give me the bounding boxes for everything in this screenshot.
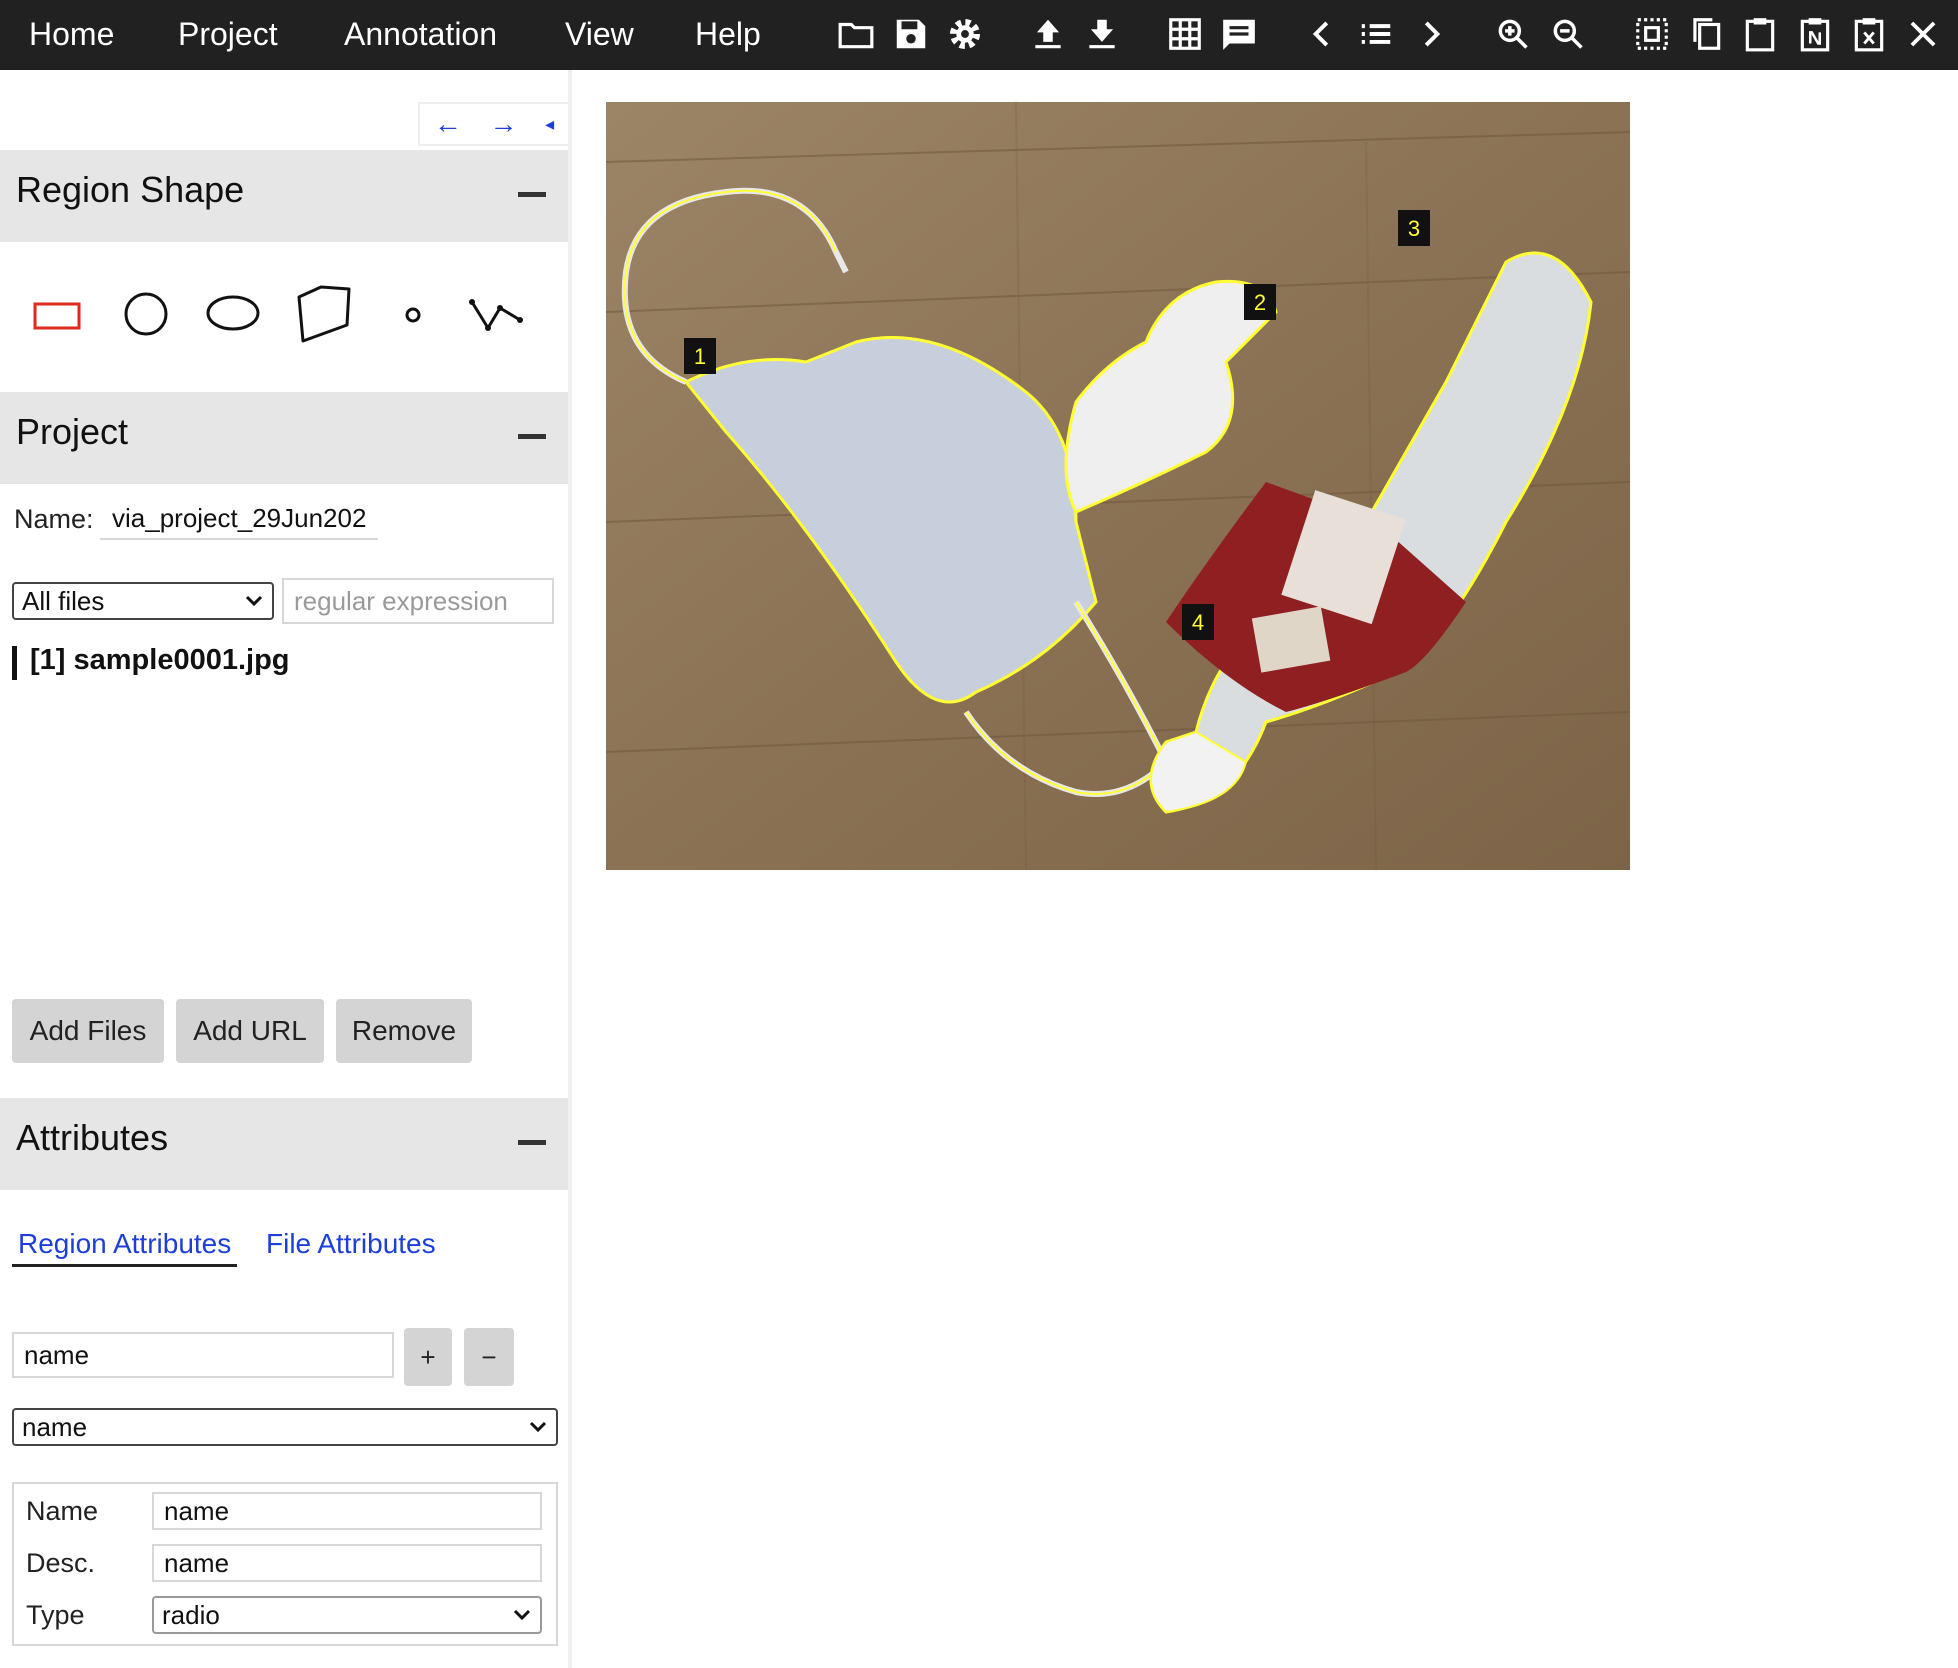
add-attribute-button[interactable]: +: [404, 1328, 452, 1386]
attributes-header[interactable]: Attributes: [0, 1098, 568, 1190]
chevron-down-icon: [529, 1421, 547, 1433]
copy-icon[interactable]: [1682, 10, 1730, 58]
region-label-4[interactable]: 4: [1182, 604, 1214, 640]
svg-text:3: 3: [1408, 216, 1420, 241]
remove-attribute-button[interactable]: −: [464, 1328, 514, 1386]
menu-help[interactable]: Help: [695, 14, 761, 54]
new-attribute-input[interactable]: [12, 1332, 394, 1378]
region-label-2[interactable]: 2: [1244, 284, 1276, 320]
annotation-canvas[interactable]: 1 2 3 4: [606, 102, 1630, 870]
paste-n-icon[interactable]: [1791, 10, 1839, 58]
paste-icon[interactable]: [1736, 10, 1784, 58]
attribute-type-label: Type: [26, 1600, 85, 1630]
left-sidebar: ← → ◂ Region Shape Project Name: All fil…: [0, 70, 572, 1668]
attribute-select-value: name: [22, 1411, 88, 1442]
add-files-button[interactable]: Add Files: [12, 999, 164, 1063]
attribute-desc-field[interactable]: [152, 1544, 542, 1582]
selected-file-marker: [12, 646, 17, 680]
tab-region-attributes[interactable]: Region Attributes: [12, 1228, 238, 1267]
circle-shape-icon[interactable]: [111, 278, 181, 348]
collapse-icon[interactable]: [518, 192, 546, 197]
panel-collapse-button[interactable]: ◂: [545, 109, 554, 139]
panel-expand-right-button[interactable]: →: [489, 109, 517, 139]
chevron-down-icon: [245, 595, 263, 607]
project-header[interactable]: Project: [0, 392, 568, 484]
panel-nav: ← → ◂: [418, 102, 568, 146]
chevron-down-icon: [513, 1609, 531, 1621]
polygon-shape-icon[interactable]: [289, 278, 359, 348]
svg-text:2: 2: [1254, 290, 1266, 315]
panel-shrink-left-button[interactable]: ←: [434, 109, 462, 139]
project-title: Project: [16, 411, 129, 452]
regex-filter-input[interactable]: [282, 578, 554, 624]
attributes-title: Attributes: [16, 1117, 169, 1158]
menu-view[interactable]: View: [565, 14, 634, 54]
tab-file-attributes[interactable]: File Attributes: [266, 1228, 436, 1260]
select-all-icon[interactable]: [1628, 10, 1676, 58]
close-icon[interactable]: [1899, 10, 1947, 58]
attribute-type-value: radio: [162, 1599, 220, 1630]
zoom-in-icon[interactable]: [1489, 10, 1537, 58]
polyline-shape-icon[interactable]: [462, 278, 532, 348]
file-list-item[interactable]: [1] sample0001.jpg: [30, 644, 290, 677]
collapse-icon[interactable]: [518, 434, 546, 439]
add-url-button[interactable]: Add URL: [176, 999, 324, 1063]
attribute-select[interactable]: name: [12, 1408, 558, 1446]
point-shape-icon[interactable]: [378, 278, 448, 348]
zoom-out-icon[interactable]: [1544, 10, 1592, 58]
region-label-3[interactable]: 3: [1398, 210, 1430, 246]
menu-project[interactable]: Project: [178, 14, 278, 54]
top-toolbar: Home Project Annotation View Help: [0, 0, 1958, 70]
svg-text:1: 1: [694, 344, 706, 369]
attribute-name-label: Name: [26, 1496, 99, 1526]
region-shape-title: Region Shape: [16, 169, 245, 210]
comment-icon[interactable]: [1215, 10, 1263, 58]
prev-image-icon[interactable]: [1298, 10, 1346, 58]
menu-annotation[interactable]: Annotation: [344, 14, 497, 54]
menu-home[interactable]: Home: [29, 14, 114, 54]
project-name-input[interactable]: [100, 498, 378, 540]
ellipse-shape-icon[interactable]: [198, 278, 268, 348]
download-icon[interactable]: [1078, 10, 1126, 58]
region-label-1[interactable]: 1: [684, 338, 716, 374]
attribute-type-select[interactable]: radio: [152, 1596, 542, 1634]
project-name-label: Name:: [14, 504, 94, 534]
annotated-photo[interactable]: 1 2 3 4: [606, 102, 1630, 870]
file-filter-select[interactable]: All files: [12, 582, 274, 620]
attribute-name-field[interactable]: [152, 1492, 542, 1530]
attribute-desc-label: Desc.: [26, 1548, 96, 1578]
svg-text:4: 4: [1192, 610, 1204, 635]
upload-icon[interactable]: [1024, 10, 1072, 58]
remove-file-button[interactable]: Remove: [336, 999, 472, 1063]
collapse-icon[interactable]: [518, 1140, 546, 1145]
settings-icon[interactable]: [941, 10, 989, 58]
region-shape-header[interactable]: Region Shape: [0, 150, 568, 242]
delete-region-icon[interactable]: [1845, 10, 1893, 58]
rectangle-shape-icon[interactable]: [22, 278, 92, 348]
next-image-icon[interactable]: [1407, 10, 1455, 58]
save-icon[interactable]: [887, 10, 935, 58]
list-icon[interactable]: [1352, 10, 1400, 58]
open-folder-icon[interactable]: [832, 10, 880, 58]
grid-view-icon[interactable]: [1161, 10, 1209, 58]
file-filter-value: All files: [22, 585, 105, 616]
